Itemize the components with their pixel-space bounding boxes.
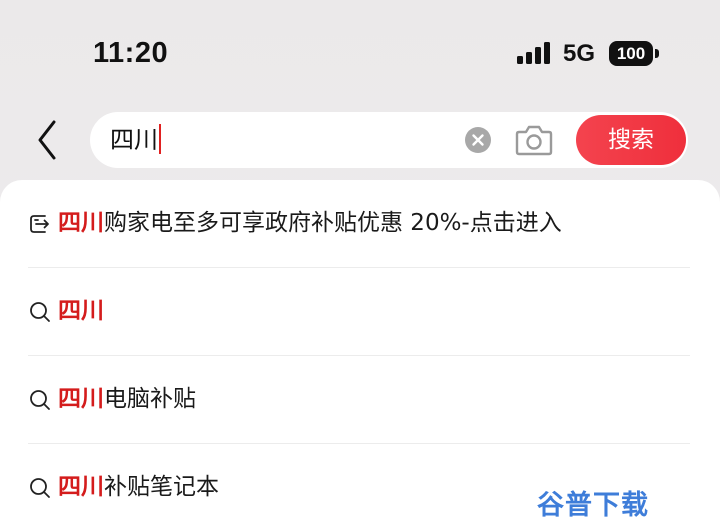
search-icon: [30, 478, 50, 498]
search-query: 四川: [110, 126, 158, 154]
search-bar[interactable]: 四川 搜索: [90, 112, 688, 168]
battery-icon: 100: [609, 41, 659, 66]
suggestion-promo[interactable]: 四川购家电至多可享政府补贴优惠 20%-点击进入: [0, 194, 720, 254]
back-button[interactable]: [28, 116, 68, 164]
cellular-signal-icon: [517, 42, 550, 64]
battery-level: 100: [609, 41, 653, 66]
search-submit-button[interactable]: 搜索: [576, 115, 686, 165]
suggestion-highlight: 四川: [58, 298, 104, 324]
promo-arrow-icon: [30, 215, 49, 233]
suggestion-highlight: 四川: [58, 386, 104, 412]
suggestion-highlight: 四川: [58, 210, 104, 236]
suggestion-text: 四川电脑补贴: [58, 382, 196, 416]
suggestion-rest: 电脑补贴: [104, 386, 196, 412]
search-input[interactable]: 四川: [110, 123, 161, 157]
search-icon: [30, 302, 50, 322]
search-icon: [30, 390, 50, 410]
clear-circle-icon: [472, 134, 484, 146]
status-time: 11:20: [93, 37, 169, 69]
divider: [28, 443, 690, 444]
suggestion-text: 四川补贴笔记本: [58, 470, 219, 504]
clear-button[interactable]: [465, 127, 491, 153]
suggestion-item[interactable]: 四川电脑补贴: [0, 370, 720, 430]
camera-icon[interactable]: [513, 122, 555, 158]
suggestion-panel: 四川购家电至多可享政府补贴优惠 20%-点击进入 四川 四川电脑补贴 四川补贴笔…: [0, 180, 720, 529]
suggestion-item[interactable]: 四川: [0, 282, 720, 342]
divider: [28, 267, 690, 268]
suggestion-highlight: 四川: [58, 474, 104, 500]
network-type: 5G: [563, 40, 596, 67]
suggestion-rest: 购家电至多可享政府补贴优惠 20%-点击进入: [104, 210, 562, 236]
text-caret: [159, 124, 161, 154]
suggestion-rest: 补贴笔记本: [104, 474, 219, 500]
watermark-logo: 谷普下载: [537, 490, 649, 521]
suggestion-text: 四川购家电至多可享政府补贴优惠 20%-点击进入: [58, 206, 562, 240]
divider: [28, 355, 690, 356]
suggestion-text: 四川: [58, 294, 104, 328]
